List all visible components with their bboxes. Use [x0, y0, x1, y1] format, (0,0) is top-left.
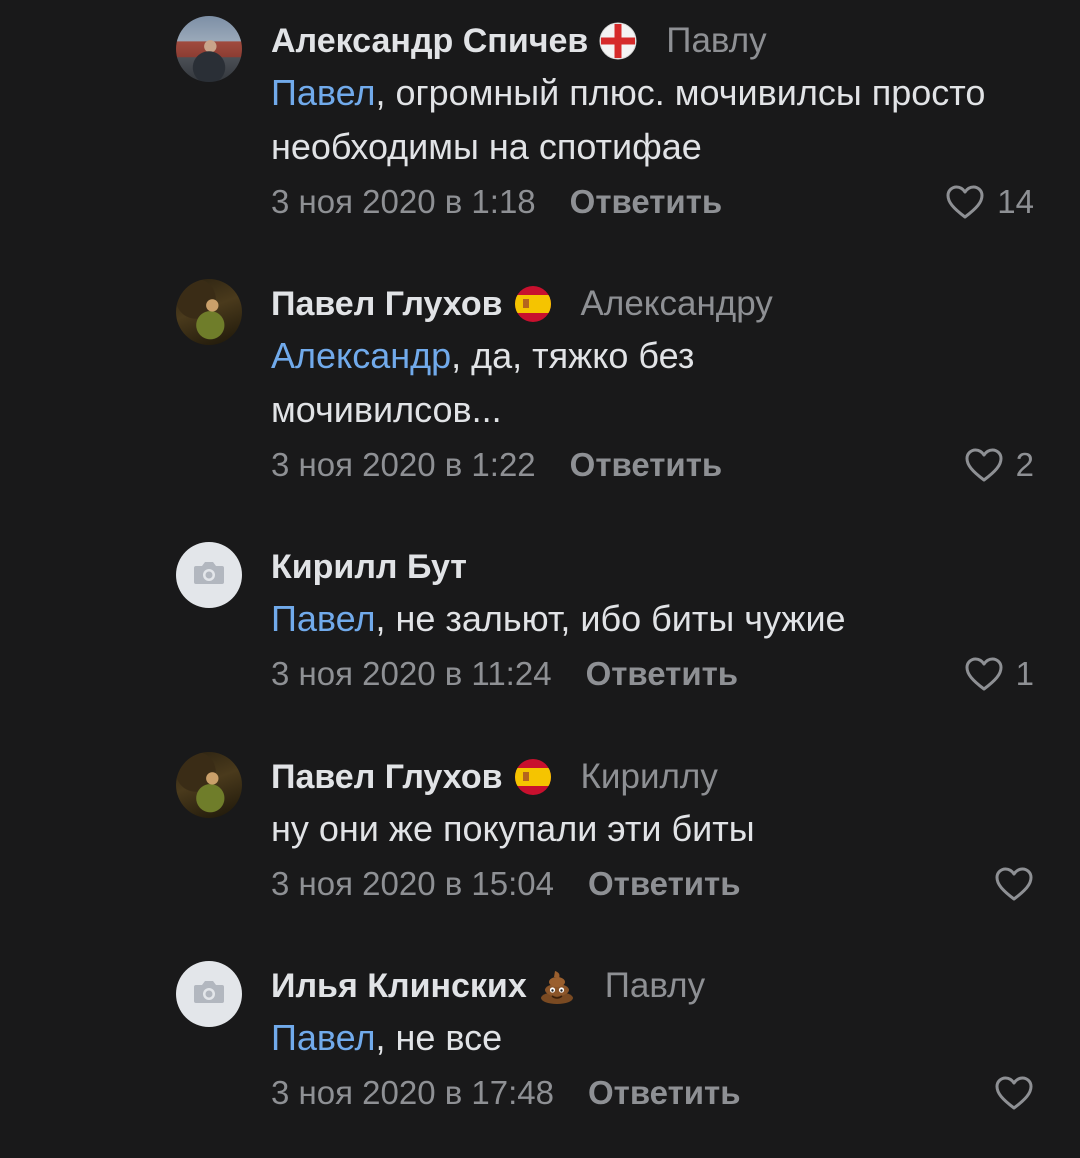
avatar[interactable] — [176, 752, 242, 818]
reply-button[interactable]: Ответить — [588, 865, 741, 903]
like-button[interactable]: 2 — [964, 437, 1034, 493]
comment-header: Александр Спичев Павлу — [271, 16, 1040, 66]
reply-button[interactable]: Ответить — [586, 655, 739, 693]
comment-body: , не зальют, ибо биты чужие — [375, 598, 846, 639]
avatar[interactable] — [176, 961, 242, 1027]
avatar[interactable] — [176, 542, 242, 608]
reply-to-name[interactable]: Павлу — [666, 21, 766, 61]
comment-meta: 3 ноя 2020 в 11:24 Ответить 1 — [271, 646, 1040, 702]
reply-button[interactable]: Ответить — [588, 1074, 741, 1112]
reply-to-name[interactable]: Кириллу — [581, 757, 718, 797]
comment-date: 3 ноя 2020 в 17:48 — [271, 1074, 554, 1111]
comment-date: 3 ноя 2020 в 15:04 — [271, 865, 554, 902]
comment-thread: Александр Спичев Павлу Павел, огромный п… — [0, 0, 1080, 1158]
reply-button[interactable]: Ответить — [570, 183, 723, 221]
comment-body: ну они же покупали эти биты — [271, 808, 755, 849]
like-count: 1 — [1015, 655, 1034, 692]
comment-date: 3 ноя 2020 в 11:24 — [271, 655, 552, 692]
comment-body: , огромный плюс. мочивилсы просто необхо… — [271, 72, 986, 167]
like-count: 2 — [1015, 446, 1034, 483]
comment-text: Павел, огромный плюс. мочивилсы просто н… — [271, 66, 991, 174]
reply-button[interactable]: Ответить — [570, 446, 723, 484]
heart-icon — [994, 1075, 1034, 1111]
avatar[interactable] — [176, 279, 242, 345]
author-name[interactable]: Павел Глухов — [271, 758, 503, 797]
comment-header: Илья Клинских Павлу — [271, 961, 1040, 1011]
author-name[interactable]: Павел Глухов — [271, 285, 503, 324]
reply-to-name[interactable]: Павлу — [605, 966, 705, 1006]
mention-link[interactable]: Павел — [271, 598, 375, 639]
heart-icon — [945, 184, 985, 220]
heart-icon — [994, 866, 1034, 902]
mention-link[interactable]: Павел — [271, 1017, 375, 1058]
comment-header: Кирилл Бут — [271, 542, 1040, 592]
camera-icon — [192, 560, 226, 591]
like-button[interactable] — [994, 1065, 1034, 1121]
heart-icon — [964, 656, 1004, 692]
red-cross-flag-icon — [598, 21, 638, 61]
spain-flag-icon — [513, 757, 553, 797]
comment-meta: 3 ноя 2020 в 1:18 Ответить 14 — [271, 174, 1040, 230]
comment-text: ну они же покупали эти биты — [271, 802, 991, 856]
comment-header: Павел Глухов Кириллу — [271, 752, 1040, 802]
mention-link[interactable]: Александр — [271, 335, 451, 376]
comment-body: , не все — [375, 1017, 503, 1058]
mention-link[interactable]: Павел — [271, 72, 375, 113]
comment-text: Александр, да, тяжко без мочивилсов... — [271, 329, 791, 437]
like-button[interactable] — [994, 856, 1034, 912]
comment-meta: 3 ноя 2020 в 17:48 Ответить — [271, 1065, 1040, 1121]
like-button[interactable]: 14 — [945, 174, 1034, 230]
avatar[interactable] — [176, 16, 242, 82]
author-name[interactable]: Илья Клинских — [271, 967, 527, 1006]
poop-emoji-icon — [537, 966, 577, 1006]
spain-flag-icon — [513, 284, 553, 324]
comment-date: 3 ноя 2020 в 1:22 — [271, 446, 536, 483]
comment-date: 3 ноя 2020 в 1:18 — [271, 183, 536, 220]
comment-text: Павел, не зальют, ибо биты чужие — [271, 592, 991, 646]
like-button[interactable]: 1 — [964, 646, 1034, 702]
reply-to-name[interactable]: Александру — [581, 284, 773, 324]
author-name[interactable]: Кирилл Бут — [271, 548, 467, 587]
heart-icon — [964, 447, 1004, 483]
comment-meta: 3 ноя 2020 в 1:22 Ответить 2 — [271, 437, 1040, 493]
comment-meta: 3 ноя 2020 в 15:04 Ответить — [271, 856, 1040, 912]
like-count: 14 — [997, 183, 1034, 220]
comment-header: Павел Глухов Александру — [271, 279, 1040, 329]
author-name[interactable]: Александр Спичев — [271, 22, 588, 61]
camera-icon — [192, 979, 226, 1010]
comment-text: Павел, не все — [271, 1011, 991, 1065]
